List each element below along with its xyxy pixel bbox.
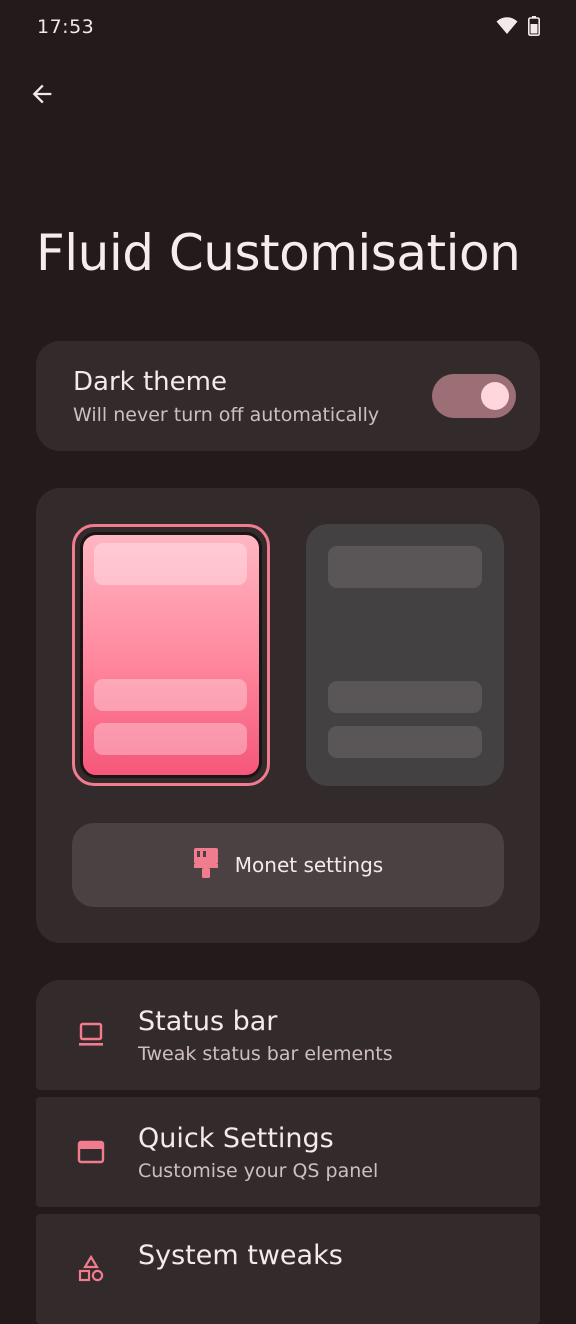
browser-window-icon	[76, 1137, 106, 1167]
dark-theme-toggle[interactable]	[432, 374, 516, 418]
theme-preview-card: Monet settings	[36, 488, 540, 943]
preview-bar	[94, 679, 247, 711]
wifi-icon	[496, 17, 518, 39]
monet-settings-button[interactable]: Monet settings	[72, 823, 504, 907]
settings-item-status-bar[interactable]: Status bar Tweak status bar elements	[36, 980, 540, 1090]
preview-bar	[94, 723, 247, 755]
status-bar: 17:53	[0, 0, 576, 56]
settings-item-system-tweaks[interactable]: System tweaks	[36, 1214, 540, 1324]
dark-theme-subtitle: Will never turn off automatically	[73, 404, 380, 426]
settings-item-title: Status bar	[138, 1006, 278, 1037]
paint-brush-icon	[193, 847, 219, 883]
status-icons	[496, 16, 540, 40]
settings-item-subtitle: Customise your QS panel	[138, 1160, 379, 1182]
toggle-knob	[481, 382, 509, 410]
theme-option-light-pink[interactable]	[72, 524, 270, 786]
theme-option-dark-gray[interactable]	[306, 524, 504, 786]
battery-icon	[528, 16, 540, 40]
settings-item-title: System tweaks	[138, 1240, 343, 1271]
back-button[interactable]	[22, 76, 62, 116]
preview-bar	[328, 681, 482, 713]
arrow-back-icon	[28, 80, 56, 112]
preview-bar	[328, 546, 482, 588]
laptop-icon	[76, 1020, 106, 1050]
settings-item-title: Quick Settings	[138, 1123, 334, 1154]
light-preview-screen	[80, 532, 262, 778]
preview-bar	[94, 543, 247, 585]
dark-theme-card[interactable]: Dark theme Will never turn off automatic…	[36, 341, 540, 451]
settings-item-subtitle: Tweak status bar elements	[138, 1043, 393, 1065]
preview-bar	[328, 726, 482, 758]
settings-item-quick-settings[interactable]: Quick Settings Customise your QS panel	[36, 1097, 540, 1207]
page-title: Fluid Customisation	[36, 224, 521, 282]
dark-theme-title: Dark theme	[73, 367, 227, 397]
monet-settings-label: Monet settings	[234, 853, 384, 877]
status-time: 17:53	[37, 16, 95, 38]
